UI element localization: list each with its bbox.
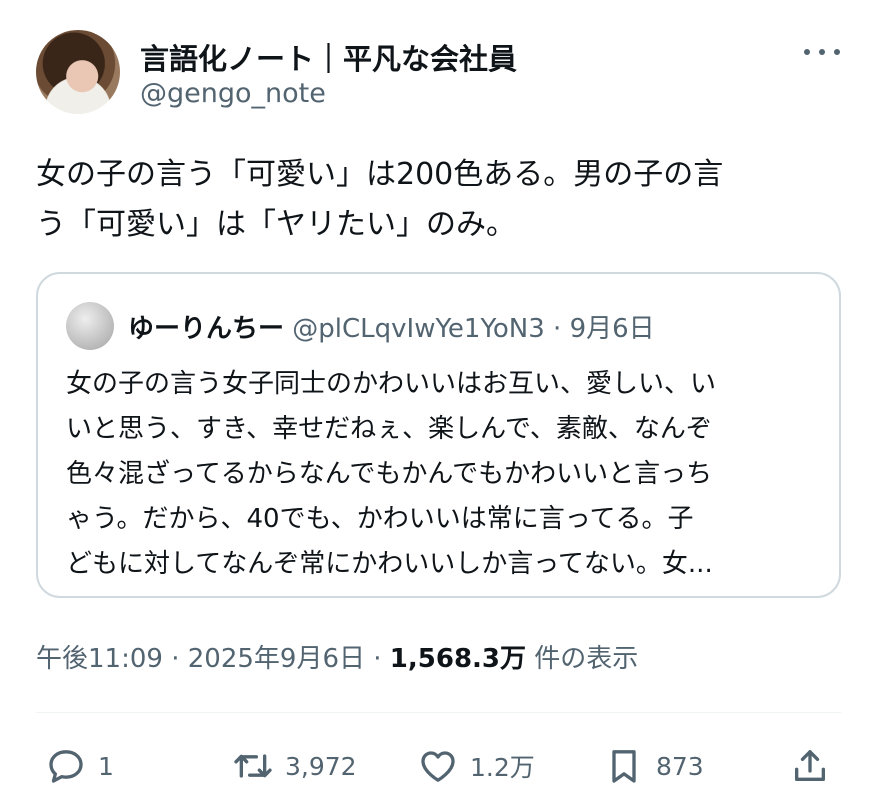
quote-separator: · (553, 314, 562, 344)
quote-body-line: いと思う、すき、幸せだねぇ、楽しんで、素敵、なんぞ (66, 414, 712, 444)
bookmark-icon (612, 750, 636, 783)
share-icon (795, 750, 825, 781)
tweet-text-line: 女の子の言う「可愛い」は200色ある。男の子の言 (36, 157, 724, 192)
like-count: 1.2万 (470, 753, 535, 782)
repost-button[interactable]: 3,972 (233, 742, 357, 790)
quote-body-line: ゃう。だから、40でも、かわいいは常に言ってる。子 (66, 504, 694, 534)
author-avatar[interactable] (36, 30, 120, 114)
tweet-text: 女の子の言う「可愛い」は200色ある。男の子の言 う「可愛い」は「ヤリたい」のみ… (36, 150, 836, 250)
like-icon (421, 751, 455, 782)
share-button[interactable] (790, 742, 830, 790)
meta-separator: · (373, 644, 382, 674)
like-button[interactable]: 1.2万 (418, 742, 535, 790)
views-label: 件の表示 (534, 644, 639, 674)
views-count: 1,568.3万 (389, 644, 527, 674)
meta-separator: · (171, 644, 180, 674)
quote-date: 9月6日 (569, 314, 655, 344)
repost-count: 3,972 (285, 751, 357, 781)
repost-icon (234, 754, 272, 778)
more-button[interactable] (800, 40, 844, 64)
quote-tweet-card[interactable]: ゆーりんちー @plCLqvIwYe1YoN3 · 9月6日 女の子の言う女子同… (36, 272, 841, 598)
post-time[interactable]: 午後11:09 (36, 644, 163, 674)
reply-count: 1 (98, 751, 114, 781)
quote-body: 女の子の言う女子同士のかわいいはお互い、愛しい、い いと思う、すき、幸せだねぇ、… (66, 362, 826, 587)
quote-header: ゆーりんちー @plCLqvIwYe1YoN3 · 9月6日 (128, 308, 655, 345)
divider (36, 712, 841, 713)
author-handle[interactable]: @gengo_note (140, 78, 326, 109)
author-name[interactable]: 言語化ノート｜平凡な会社員 (140, 36, 517, 78)
reply-icon (49, 750, 83, 783)
quote-author-handle: @plCLqvIwYe1YoN3 (292, 314, 545, 344)
quote-body-line: 色々混ざってるからなんでもかんでもかわいいと言っち (66, 459, 713, 489)
reply-button[interactable]: 1 (46, 742, 114, 790)
quote-avatar (66, 302, 114, 350)
quote-body-line: どもに対してなんぞ常にかわいいしか言ってない。女... (66, 549, 713, 579)
post-date[interactable]: 2025年9月6日 (188, 644, 365, 674)
bookmark-button[interactable]: 873 (604, 742, 704, 790)
bookmark-count: 873 (656, 751, 704, 781)
more-icon (804, 49, 810, 55)
quote-author-name: ゆーりんちー (128, 314, 285, 344)
tweet-text-line: う「可愛い」は「ヤリたい」のみ。 (36, 207, 516, 242)
tweet-meta: 午後11:09 · 2025年9月6日 · 1,568.3万 件の表示 (36, 638, 638, 675)
quote-body-line: 女の子の言う女子同士のかわいいはお互い、愛しい、い (66, 369, 717, 399)
